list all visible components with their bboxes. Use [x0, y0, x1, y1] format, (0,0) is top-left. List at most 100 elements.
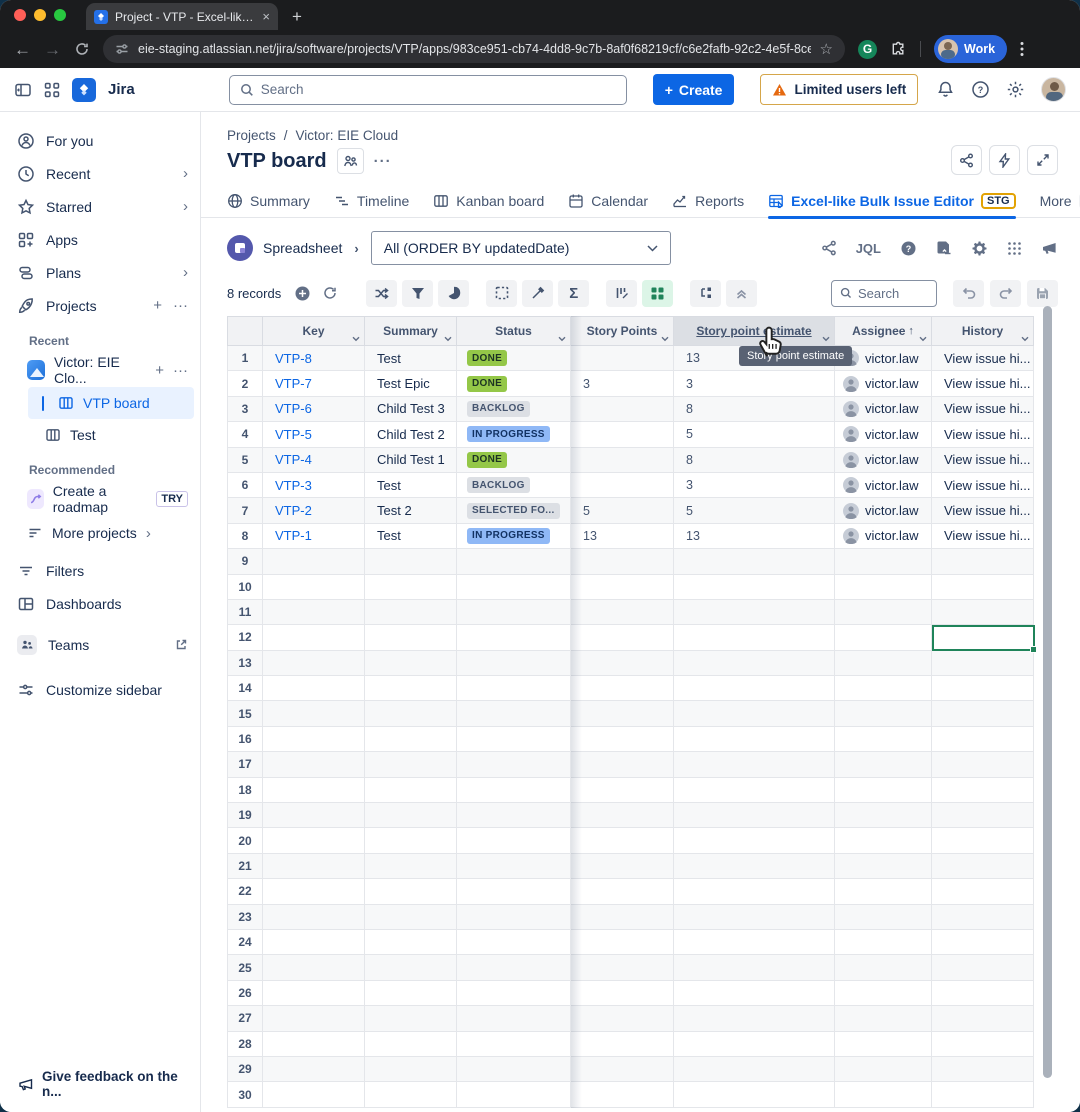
sidebar-item-create-roadmap[interactable]: Create a roadmap TRY — [0, 482, 200, 516]
story-point-estimate-cell[interactable] — [674, 752, 835, 777]
summary-cell[interactable] — [365, 803, 457, 828]
grid-view-button[interactable] — [642, 280, 673, 307]
row-number-cell[interactable]: 19 — [227, 803, 263, 828]
row-number-cell[interactable]: 28 — [227, 1032, 263, 1057]
sidebar-item-dashboards[interactable]: Dashboards — [0, 587, 200, 620]
close-window-button[interactable] — [14, 9, 26, 21]
summary-cell[interactable]: Test — [365, 524, 457, 549]
row-number-cell[interactable]: 27 — [227, 1006, 263, 1031]
summary-cell[interactable]: Test Epic — [365, 371, 457, 396]
column-header-key[interactable]: Key — [263, 316, 365, 346]
history-cell[interactable] — [932, 549, 1034, 574]
help-icon[interactable]: ? — [971, 80, 990, 99]
export-icon[interactable] — [936, 240, 952, 256]
summary-cell[interactable]: Test 2 — [365, 498, 457, 523]
breadcrumb-projects[interactable]: Projects — [227, 128, 276, 143]
status-cell[interactable]: DONE — [457, 346, 571, 371]
row-number-cell[interactable]: 2 — [227, 371, 263, 396]
status-cell[interactable]: BACKLOG — [457, 397, 571, 422]
key-cell[interactable] — [263, 600, 365, 625]
view-issue-history-link[interactable]: View issue hi... — [944, 401, 1030, 416]
global-search-input[interactable] — [261, 82, 616, 97]
board-more-actions[interactable]: ··· — [374, 153, 392, 170]
story-points-cell[interactable] — [571, 600, 674, 625]
story-point-estimate-cell[interactable]: 8 — [674, 448, 835, 473]
row-number-cell[interactable]: 3 — [227, 397, 263, 422]
history-cell[interactable] — [932, 879, 1034, 904]
story-points-cell[interactable] — [571, 651, 674, 676]
save-button[interactable] — [1027, 280, 1058, 307]
table-search[interactable] — [831, 280, 937, 307]
fill-handle[interactable] — [1030, 646, 1037, 653]
key-cell[interactable] — [263, 701, 365, 726]
view-issue-history-link[interactable]: View issue hi... — [944, 478, 1030, 493]
issue-key-link[interactable]: VTP-5 — [263, 427, 312, 442]
sidebar-project-victor[interactable]: Victor: EIE Clo... + ··· — [0, 353, 200, 387]
assignee-cell[interactable] — [835, 600, 932, 625]
assignee-cell[interactable] — [835, 1006, 932, 1031]
row-number-cell[interactable]: 7 — [227, 498, 263, 523]
status-cell[interactable] — [457, 549, 571, 574]
assignee-cell[interactable] — [835, 1032, 932, 1057]
summary-cell[interactable] — [365, 752, 457, 777]
add-project-icon[interactable]: + — [153, 297, 162, 314]
row-number-cell[interactable]: 6 — [227, 473, 263, 498]
assignee-cell[interactable] — [835, 981, 932, 1006]
story-points-cell[interactable] — [571, 701, 674, 726]
status-cell[interactable] — [457, 600, 571, 625]
vertical-scrollbar[interactable] — [1043, 306, 1052, 1078]
story-points-cell[interactable]: 3 — [571, 371, 674, 396]
sidebar-item-projects[interactable]: Projects + ··· — [0, 289, 200, 322]
assignee-cell[interactable] — [835, 727, 932, 752]
history-cell[interactable]: View issue hi... — [932, 473, 1034, 498]
key-cell[interactable]: VTP-7 — [263, 371, 365, 396]
key-cell[interactable] — [263, 803, 365, 828]
story-point-estimate-cell[interactable]: 5 — [674, 498, 835, 523]
key-cell[interactable]: VTP-5 — [263, 422, 365, 447]
story-point-estimate-cell[interactable] — [674, 778, 835, 803]
history-cell[interactable] — [932, 1082, 1034, 1107]
status-cell[interactable] — [457, 803, 571, 828]
story-point-estimate-cell[interactable] — [674, 828, 835, 853]
assignee-cell[interactable] — [835, 701, 932, 726]
story-points-cell[interactable] — [571, 955, 674, 980]
assignee-cell[interactable] — [835, 905, 932, 930]
row-number-cell[interactable]: 23 — [227, 905, 263, 930]
row-number-cell[interactable]: 21 — [227, 854, 263, 879]
story-points-cell[interactable] — [571, 981, 674, 1006]
view-issue-history-link[interactable]: View issue hi... — [944, 351, 1030, 366]
column-header-history[interactable]: History — [932, 316, 1034, 346]
story-point-estimate-cell[interactable] — [674, 625, 835, 650]
status-cell[interactable] — [457, 575, 571, 600]
story-point-estimate-cell[interactable]: 13 — [674, 524, 835, 549]
tab-excel-like-bulk-issue-editor[interactable]: Excel-like Bulk Issue Editor STG — [768, 184, 1015, 218]
status-badge[interactable]: DONE — [467, 452, 507, 468]
story-points-cell[interactable] — [571, 1057, 674, 1082]
assignee-cell[interactable]: victor.law — [835, 448, 932, 473]
limited-users-button[interactable]: Limited users left — [760, 74, 918, 105]
row-number-cell[interactable]: 4 — [227, 422, 263, 447]
key-cell[interactable]: VTP-6 — [263, 397, 365, 422]
reload-button[interactable] — [74, 41, 90, 57]
summary-cell[interactable] — [365, 1082, 457, 1107]
more-icon[interactable]: ··· — [173, 362, 188, 379]
automation-button[interactable] — [989, 145, 1020, 175]
row-number-cell[interactable]: 18 — [227, 778, 263, 803]
create-button[interactable]: + Create — [653, 74, 735, 105]
issue-key-link[interactable]: VTP-8 — [263, 351, 312, 366]
summary-cell[interactable] — [365, 981, 457, 1006]
sidebar-item-teams[interactable]: Teams — [0, 628, 200, 661]
story-points-cell[interactable] — [571, 575, 674, 600]
assignee-cell[interactable]: victor.law — [835, 371, 932, 396]
share-icon[interactable] — [821, 240, 837, 256]
sidebar-item-plans[interactable]: Plans › — [0, 256, 200, 289]
story-points-cell[interactable]: 5 — [571, 498, 674, 523]
tab-timeline[interactable]: Timeline — [334, 184, 409, 218]
key-cell[interactable] — [263, 727, 365, 752]
story-point-estimate-cell[interactable]: 8 — [674, 397, 835, 422]
tab-close-icon[interactable]: × — [262, 9, 270, 24]
browser-menu-icon[interactable] — [1020, 41, 1024, 57]
row-number-cell[interactable]: 17 — [227, 752, 263, 777]
key-cell[interactable]: VTP-1 — [263, 524, 365, 549]
assignee-cell[interactable]: victor.law — [835, 397, 932, 422]
